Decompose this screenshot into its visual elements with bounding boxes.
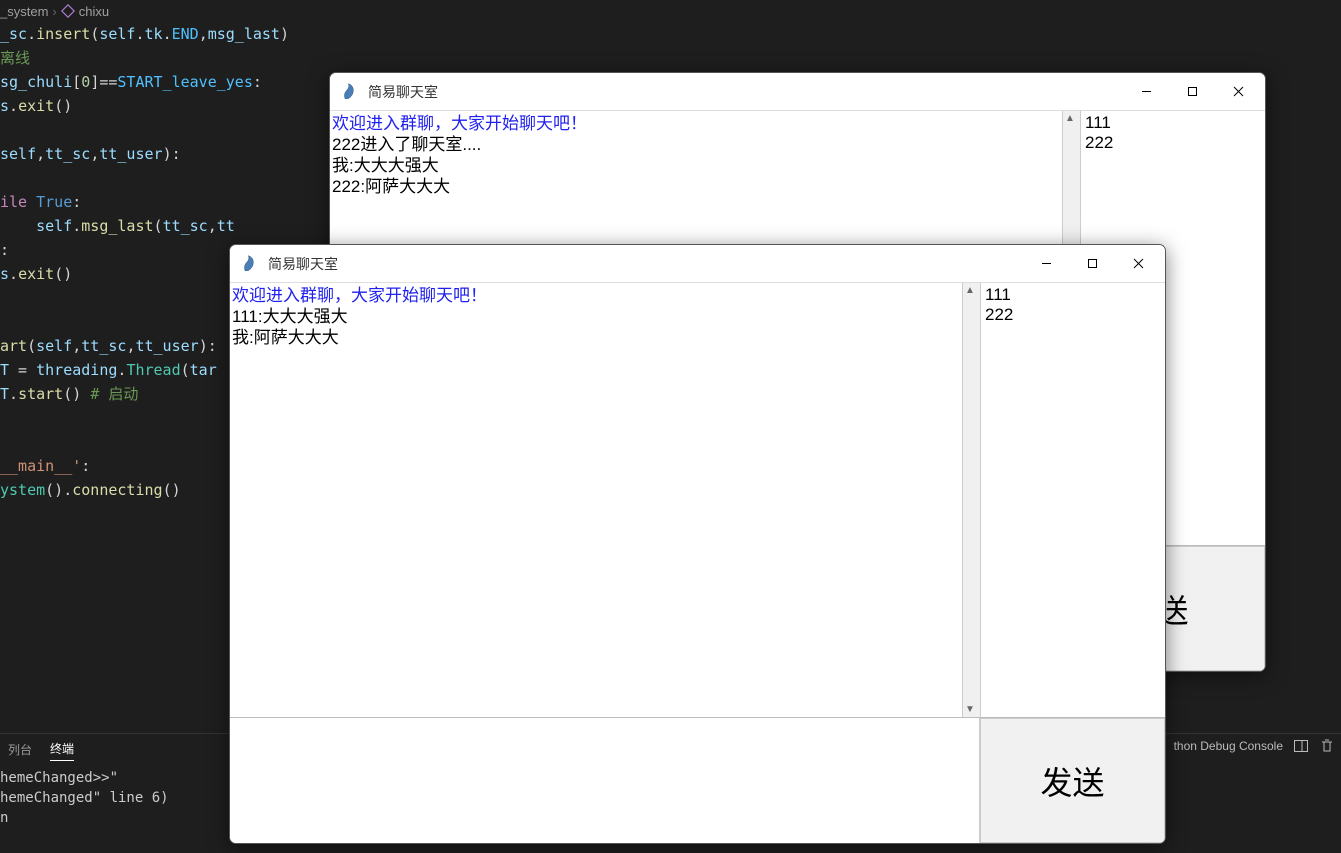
chat-message: 222:阿萨大大大 <box>332 176 1060 197</box>
welcome-message: 欢迎进入群聊，大家开始聊天吧！ <box>332 113 1060 134</box>
python-tk-icon <box>240 254 260 274</box>
chat-message: 我:大大大强大 <box>332 155 1060 176</box>
user-list-item: 111 <box>985 285 1161 305</box>
close-button[interactable] <box>1115 249 1161 279</box>
user-list-item: 222 <box>1085 133 1261 153</box>
user-list[interactable]: 111222 <box>980 283 1165 717</box>
titlebar[interactable]: 简易聊天室 <box>330 73 1265 111</box>
titlebar[interactable]: 简易聊天室 <box>230 245 1165 283</box>
python-tk-icon <box>340 82 360 102</box>
breadcrumb-child[interactable]: chixu <box>79 4 109 19</box>
scroll-up-arrow[interactable]: ▲ <box>965 285 975 296</box>
breadcrumb-parent[interactable]: _system <box>0 4 48 19</box>
chat-message: 222进入了聊天室.... <box>332 134 1060 155</box>
maximize-button[interactable] <box>1169 77 1215 107</box>
window-title: 简易聊天室 <box>268 254 1023 274</box>
terminal-tab-1[interactable]: 终端 <box>50 737 74 761</box>
chat-message: 我:阿萨大大大 <box>232 327 960 348</box>
minimize-button[interactable] <box>1123 77 1169 107</box>
message-input[interactable] <box>230 718 980 843</box>
send-button[interactable]: 发送 <box>980 718 1165 843</box>
split-panel-icon[interactable] <box>1293 738 1309 754</box>
symbol-class-icon <box>61 4 75 18</box>
close-button[interactable] <box>1215 77 1261 107</box>
chat-messages[interactable]: 欢迎进入群聊，大家开始聊天吧！ 111:大大大强大我:阿萨大大大 <box>230 283 962 717</box>
trash-icon[interactable] <box>1319 738 1335 754</box>
scroll-up-arrow[interactable]: ▲ <box>1065 113 1075 124</box>
scrollbar[interactable]: ▲ ▼ <box>962 283 980 717</box>
terminal-right-controls: thon Debug Console <box>1174 738 1335 754</box>
user-list-item: 222 <box>985 305 1161 325</box>
debug-console-label[interactable]: thon Debug Console <box>1174 739 1283 753</box>
chat-message: 111:大大大强大 <box>232 306 960 327</box>
breadcrumb[interactable]: _system › chixu <box>0 0 109 22</box>
welcome-message: 欢迎进入群聊，大家开始聊天吧！ <box>232 285 960 306</box>
chat-window-front: 简易聊天室 欢迎进入群聊，大家开始聊天吧！ 111:大大大强大我:阿萨大大大 ▲… <box>229 244 1166 844</box>
minimize-button[interactable] <box>1023 249 1069 279</box>
scroll-down-arrow[interactable]: ▼ <box>965 704 975 715</box>
terminal-tab-0[interactable]: 列台 <box>8 738 32 761</box>
breadcrumb-separator: › <box>52 4 56 19</box>
user-list-item: 111 <box>1085 113 1261 133</box>
window-title: 简易聊天室 <box>368 82 1123 102</box>
maximize-button[interactable] <box>1069 249 1115 279</box>
